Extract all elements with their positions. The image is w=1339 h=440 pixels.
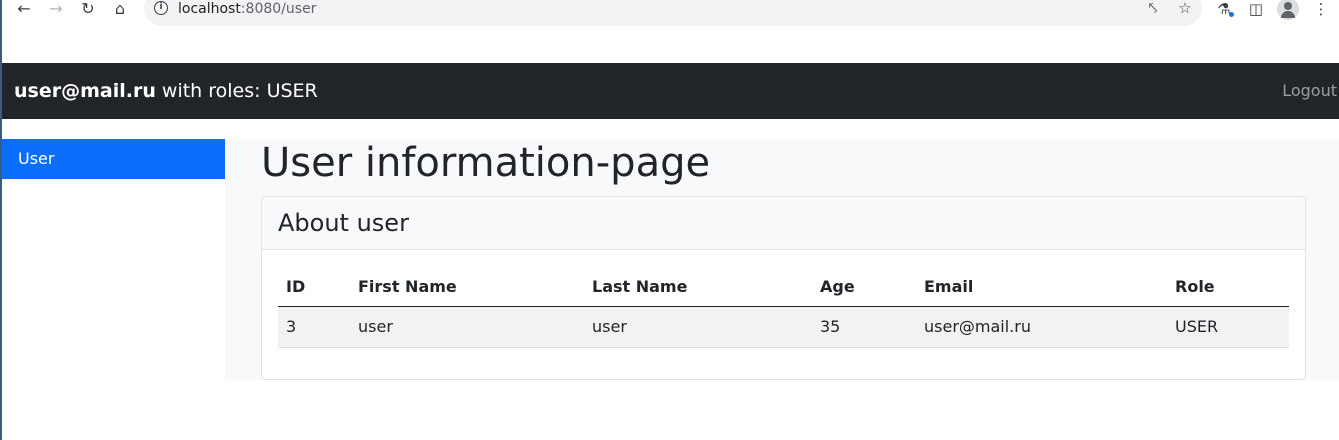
reload-icon[interactable]: ↻ [78, 0, 98, 18]
table-row: 3 user user 35 user@mail.ru USER [278, 306, 1289, 348]
sidebar: User [2, 139, 225, 440]
site-info-icon[interactable]: i [154, 1, 168, 15]
share-icon[interactable]: ⤣ [1144, 0, 1162, 17]
navbar-roles: with roles: USER [155, 80, 318, 102]
logout-link[interactable]: Logout [1282, 80, 1337, 102]
page-title: User information-page [261, 140, 711, 186]
cell-age: 35 [812, 306, 916, 348]
about-user-card: About user ID First Name Last Name Age E… [261, 196, 1306, 380]
table-header-row: ID First Name Last Name Age Email Role [278, 267, 1289, 307]
cell-id: 3 [278, 306, 350, 348]
back-arrow-icon[interactable]: ← [14, 0, 34, 18]
menu-kebab-icon[interactable]: ⋮ [1311, 0, 1331, 18]
address-bar[interactable]: i localhost:8080/user ⤣ ☆ [144, 0, 1202, 26]
column-header-role: Role [1167, 267, 1289, 307]
column-header-last-name: Last Name [584, 267, 812, 307]
card-header: About user [262, 197, 1305, 250]
column-header-first-name: First Name [350, 267, 584, 307]
url-text[interactable]: localhost:8080/user [178, 0, 316, 18]
browser-toolbar: ← → ↻ ⌂ i localhost:8080/user ⤣ ☆ ⚗ ◫ ⋮ [2, 0, 1339, 26]
column-header-id: ID [278, 267, 350, 307]
cell-last-name: user [584, 306, 812, 348]
side-panel-icon[interactable]: ◫ [1246, 0, 1266, 18]
card-title: About user [278, 209, 409, 237]
labs-badge [1229, 12, 1234, 17]
home-icon[interactable]: ⌂ [110, 0, 130, 18]
column-header-age: Age [812, 267, 916, 307]
cell-role: USER [1167, 306, 1289, 348]
forward-arrow-icon[interactable]: → [46, 0, 66, 18]
column-header-email: Email [916, 267, 1167, 307]
cell-first-name: user [350, 306, 584, 348]
user-table: ID First Name Last Name Age Email Role 3… [278, 267, 1289, 348]
profile-avatar-icon[interactable] [1277, 0, 1299, 20]
navbar-user-info: user@mail.ru with roles: USER [14, 79, 318, 103]
navbar-user-email: user@mail.ru [14, 80, 156, 102]
main-content: User information-page About user ID Firs… [225, 139, 1339, 380]
sidebar-item-user[interactable]: User [2, 139, 225, 179]
bookmark-star-icon[interactable]: ☆ [1176, 0, 1194, 17]
top-navbar: user@mail.ru with roles: USER Logout [2, 63, 1339, 119]
cell-email: user@mail.ru [916, 306, 1167, 348]
